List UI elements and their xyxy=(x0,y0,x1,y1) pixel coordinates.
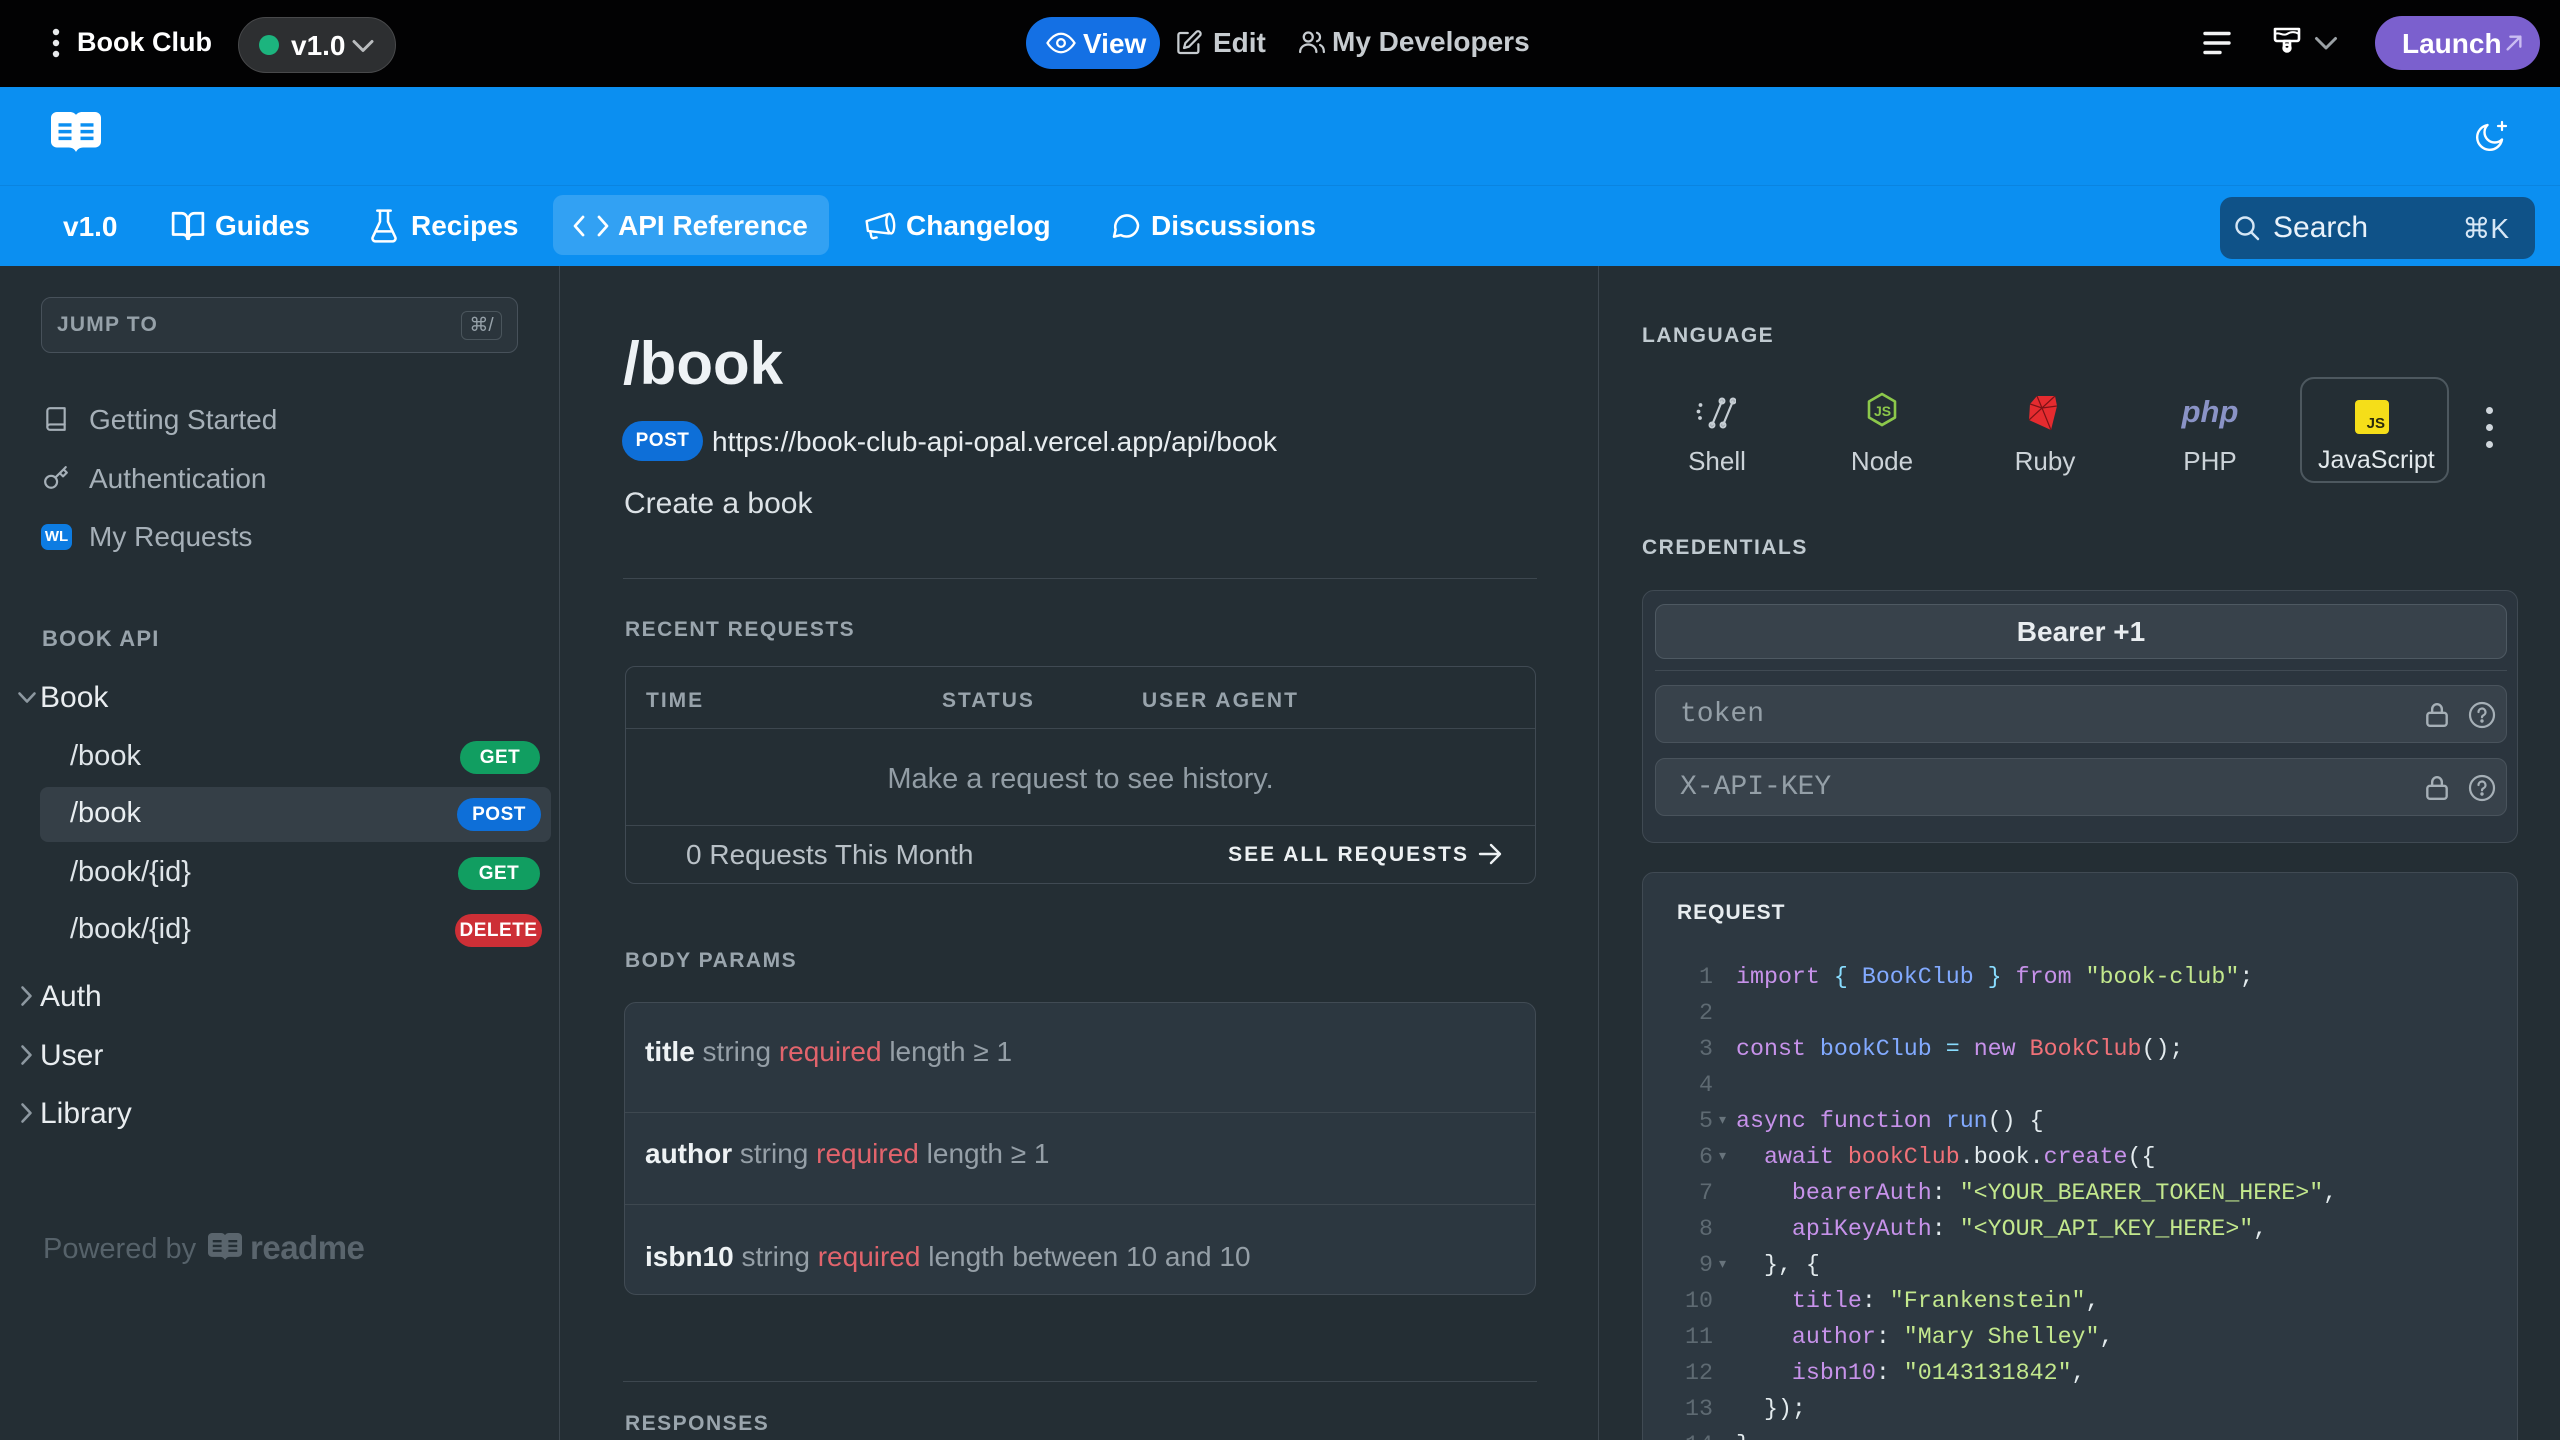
svg-text:JS: JS xyxy=(1874,403,1891,419)
